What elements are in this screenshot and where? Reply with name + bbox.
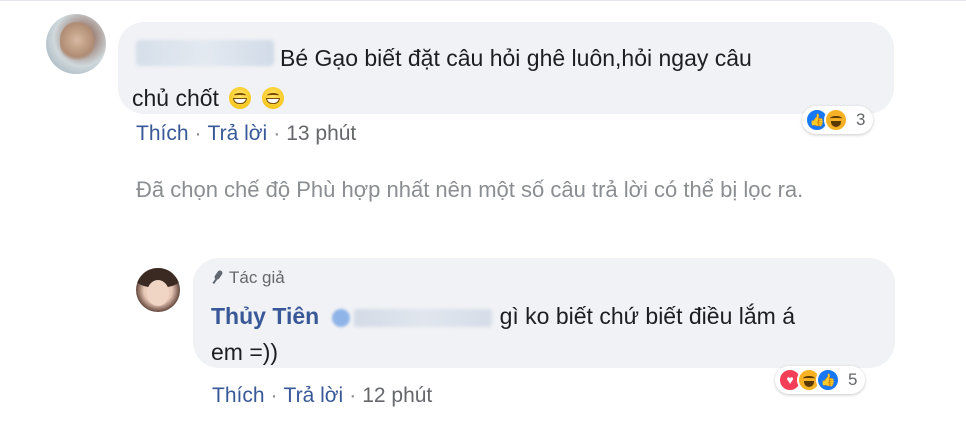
separator: · xyxy=(349,384,357,407)
grin-emoji-icon xyxy=(229,87,252,109)
reply-actions: Thích · Trả lời · 12 phút xyxy=(212,384,432,408)
like-link[interactable]: Thích xyxy=(212,384,265,407)
mention-name xyxy=(353,308,492,327)
reply-link[interactable]: Trả lời xyxy=(284,384,344,407)
mention-avatar xyxy=(331,308,350,327)
mention-tag-blurred[interactable] xyxy=(331,305,494,331)
comment-bubble: Bé Gạo biết đặt câu hỏi ghê luôn,hỏi nga… xyxy=(118,22,894,114)
avatar-face xyxy=(147,280,169,306)
timestamp[interactable]: 13 phút xyxy=(286,122,356,145)
reply-link[interactable]: Trả lời xyxy=(208,122,268,145)
reply-reactions[interactable]: ♥ 👍 5 xyxy=(775,366,866,394)
avatar-photo xyxy=(60,22,94,62)
comment-text-line2-wrap: chủ chốt xyxy=(132,78,284,118)
reply-text-line2: em =)) xyxy=(211,339,279,365)
separator: · xyxy=(273,122,281,145)
like-link[interactable]: Thích xyxy=(136,122,189,145)
reaction-count: 3 xyxy=(856,110,866,129)
microphone-icon xyxy=(211,272,223,284)
filter-notice: Đã chọn chế độ Phù hợp nhất nên một số c… xyxy=(136,177,804,202)
commenter-name-blurred[interactable] xyxy=(136,40,274,66)
grin-emoji-icon xyxy=(261,87,284,109)
comment-reactions[interactable]: 👍 3 xyxy=(802,106,874,134)
reaction-count: 5 xyxy=(848,370,858,389)
top-divider xyxy=(0,0,966,1)
separator: · xyxy=(270,384,278,407)
timestamp[interactable]: 12 phút xyxy=(362,384,432,407)
comment-text-line1: Bé Gạo biết đặt câu hỏi ghê luôn,hỏi nga… xyxy=(280,45,752,71)
comment-actions: Thích · Trả lời · 13 phút xyxy=(136,122,356,146)
author-badge-label: Tác giả xyxy=(229,268,285,287)
comment-text: Bé Gạo biết đặt câu hỏi ghê luôn,hỏi nga… xyxy=(280,38,880,78)
author-badge: Tác giả xyxy=(211,268,285,288)
reply-author-name[interactable]: Thủy Tiên xyxy=(211,303,319,329)
commenter-avatar[interactable] xyxy=(46,14,106,74)
reply-bubble: Tác giả Thủy Tiên gì ko biết chứ biết đi… xyxy=(193,258,895,368)
reply-text-line1: gì ko biết chứ biết điều lắm á xyxy=(499,303,795,329)
reply-text-line1-wrap: Thủy Tiên gì ko biết chứ biết điều lắm á xyxy=(211,296,795,336)
comment-text-line2: chủ chốt xyxy=(132,85,219,111)
like-icon: 👍 xyxy=(816,368,840,392)
separator: · xyxy=(194,122,202,145)
reply-author-avatar[interactable] xyxy=(136,268,180,312)
haha-icon xyxy=(824,108,848,132)
